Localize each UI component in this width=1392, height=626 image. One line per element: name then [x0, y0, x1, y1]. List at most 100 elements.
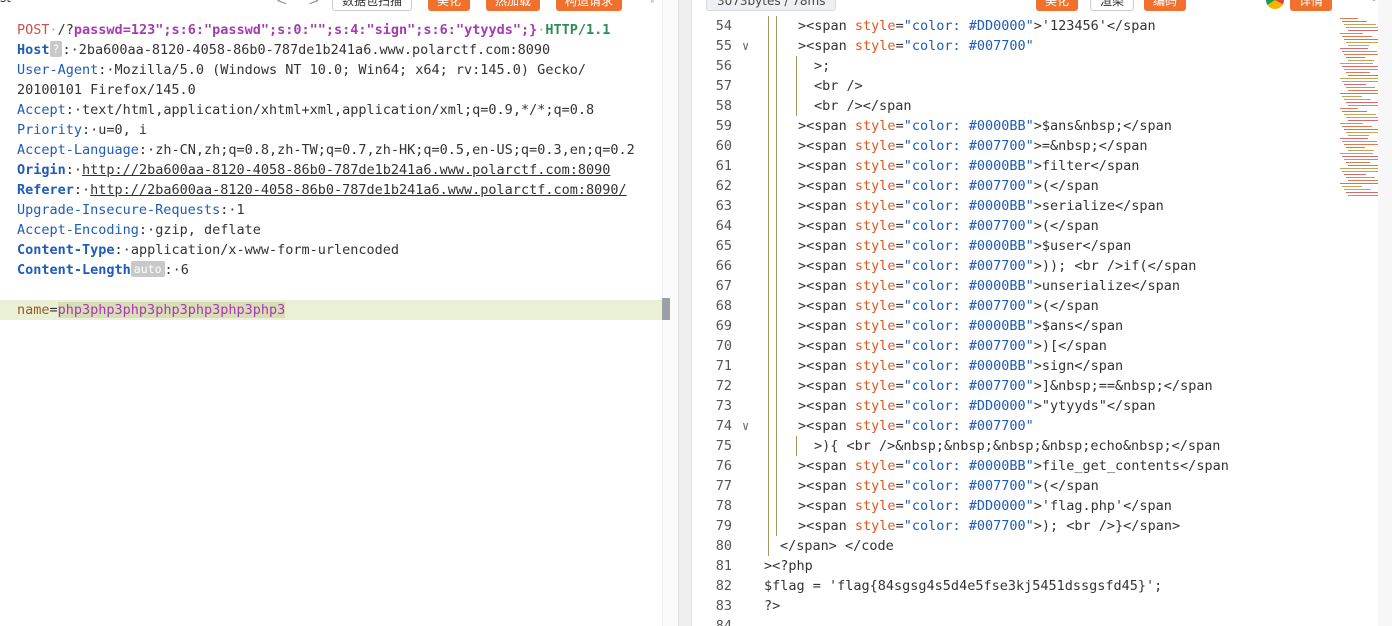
gear-icon[interactable]: ⚙ — [1370, 0, 1378, 5]
line-number: 56 — [715, 58, 732, 74]
line-number: 65 — [715, 238, 732, 254]
response-scrollbar[interactable] — [1378, 0, 1392, 626]
indent-guide — [768, 536, 769, 556]
minimap-line — [1346, 57, 1365, 58]
packet-scan-button[interactable]: 数据包扫描 — [332, 0, 413, 11]
header-row: Upgrade-Insecure-Requests:·1 — [17, 200, 667, 220]
line-number: 76 — [715, 458, 732, 474]
code-text: ><span style="color: #007700" — [798, 418, 1034, 434]
minimap-line — [1342, 126, 1372, 127]
line-number: 72 — [715, 378, 732, 394]
header-colon: :· — [65, 102, 83, 118]
code-line: 64 ><span style="color: #007700">(</span — [692, 216, 1332, 236]
minimap-line — [1340, 33, 1363, 34]
indent-guide — [776, 16, 777, 36]
header-badge[interactable]: ? — [49, 41, 63, 57]
header-badge[interactable]: auto — [130, 261, 165, 277]
minimap-line — [1342, 111, 1367, 112]
header-colon: :· — [164, 262, 181, 278]
code-line: 73 ><span style="color: #DD0000">"ytyyds"… — [692, 396, 1332, 416]
code-text: ><span style="color: #007700">=&nbsp;</s… — [798, 138, 1148, 154]
code-text: ><span style="color: #DD0000">'flag.php'… — [798, 498, 1172, 514]
line-number: 82 — [715, 578, 732, 594]
header-row: Priority:·u=0, i — [17, 120, 667, 140]
minimap-line — [1344, 24, 1376, 25]
fold-chevron-icon[interactable]: ∨ — [742, 416, 749, 436]
minimap-line — [1340, 18, 1358, 19]
indent-guide — [768, 216, 769, 236]
text-cursor — [662, 298, 670, 320]
code-line: 61 ><span style="color: #0000BB">filter</… — [692, 156, 1332, 176]
build-request-button[interactable]: 构造请求 — [556, 0, 623, 11]
header-value: zh-CN,zh;q=0.8,zh-TW;q=0.7,zh-HK;q=0.5,e… — [155, 142, 635, 158]
indent-guide — [776, 516, 777, 536]
minimap-line — [1344, 174, 1366, 175]
request-title: st — [0, 0, 14, 5]
header-value: 2ba600aa-8120-4058-86b0-787de1b241a6.www… — [78, 42, 551, 58]
indent-guide — [768, 36, 769, 56]
back-arrow-icon[interactable]: < — [276, 0, 288, 9]
raw-request[interactable]: POST·/?passwd=123";s:6:"passwd";s:0:"";s… — [17, 20, 667, 280]
request-path: /? — [57, 22, 74, 38]
code-line: 57 <br /> — [692, 76, 1332, 96]
expand-icon[interactable]: ⤢ — [650, 0, 660, 6]
chrome-icon[interactable] — [1266, 0, 1284, 9]
code-line: 75 >){ <br />&nbsp;&nbsp;&nbsp;&nbsp;echo… — [692, 436, 1332, 456]
code-line: 60 ><span style="color: #007700">=&nbsp;<… — [692, 136, 1332, 156]
code-text: ><span style="color: #0000BB">$ans&nbsp;… — [798, 118, 1172, 134]
minimap-line — [1348, 165, 1379, 166]
response-toolbar: 3073bytes / 78ms 美化 渲染 编码 ⌕ 详情 ⚙ — [692, 0, 1392, 12]
response-beautify-button[interactable]: 美化 — [1036, 0, 1079, 11]
indent-guide — [768, 236, 769, 256]
render-button[interactable]: 渲染 — [1090, 0, 1135, 11]
code-line: 67 ><span style="color: #0000BB">unserial… — [692, 276, 1332, 296]
header-key: Referer — [17, 182, 74, 198]
indent-guide — [768, 76, 769, 96]
line-number: 69 — [715, 318, 732, 334]
encoding-button[interactable]: 编码 — [1144, 0, 1187, 11]
header-colon: :· — [65, 162, 83, 178]
minimap-line — [1344, 99, 1371, 100]
header-row: Accept-Encoding:·gzip, deflate — [17, 220, 667, 240]
line-number: 79 — [715, 518, 732, 534]
pane-divider[interactable] — [678, 0, 692, 626]
header-row: Accept:·text/html,application/xhtml+xml,… — [17, 100, 667, 120]
body-value: php3php3php3php3php3php3php3 — [57, 302, 286, 318]
indent-guide — [796, 96, 797, 116]
header-value-link[interactable]: http://2ba600aa-8120-4058-86b0-787de1b24… — [82, 162, 610, 178]
request-body[interactable]: name=php3php3php3php3php3php3php3 — [0, 300, 678, 320]
minimap-line — [1348, 75, 1379, 76]
hotload-button[interactable]: 热加载 — [486, 0, 541, 11]
indent-guide — [776, 256, 777, 276]
header-row: User-Agent:·Mozilla/5.0 (Windows NT 10.0… — [17, 60, 667, 80]
indent-guide — [768, 476, 769, 496]
minimap-line — [1340, 168, 1378, 169]
indent-guide — [768, 56, 769, 76]
line-number: 80 — [715, 538, 732, 554]
indent-guide — [768, 296, 769, 316]
header-value-link[interactable]: http://2ba600aa-8120-4058-86b0-787de1b24… — [90, 182, 626, 198]
header-key: Accept-Language — [17, 142, 139, 158]
indent-guide — [796, 76, 797, 96]
indent-guide — [776, 476, 777, 496]
minimap-line — [1340, 93, 1383, 94]
indent-guide — [768, 176, 769, 196]
indent-guide — [776, 336, 777, 356]
header-colon: :· — [114, 242, 131, 258]
beautify-button[interactable]: 美化 — [428, 0, 471, 11]
fold-chevron-icon[interactable]: ∨ — [742, 36, 749, 56]
header-value: 1 — [236, 202, 245, 218]
request-line: POST·/?passwd=123";s:6:"passwd";s:0:"";s… — [17, 22, 611, 38]
code-line: 68 ><span style="color: #007700">(</span — [692, 296, 1332, 316]
indent-guide — [776, 76, 777, 96]
indent-guide — [768, 376, 769, 396]
minimap-line — [1342, 141, 1377, 142]
header-key: Upgrade-Insecure-Requests — [17, 202, 221, 218]
forward-arrow-icon[interactable]: > — [308, 0, 320, 9]
detail-button[interactable]: 详情 — [1290, 0, 1333, 11]
indent-guide — [796, 436, 797, 456]
code-line: 55 ∨ ><span style="color: #007700" — [692, 36, 1332, 56]
response-code[interactable]: 54 ><span style="color: #DD0000">'123456'… — [692, 16, 1332, 626]
header-key: Accept — [17, 102, 66, 118]
minimap-line — [1342, 156, 1382, 157]
